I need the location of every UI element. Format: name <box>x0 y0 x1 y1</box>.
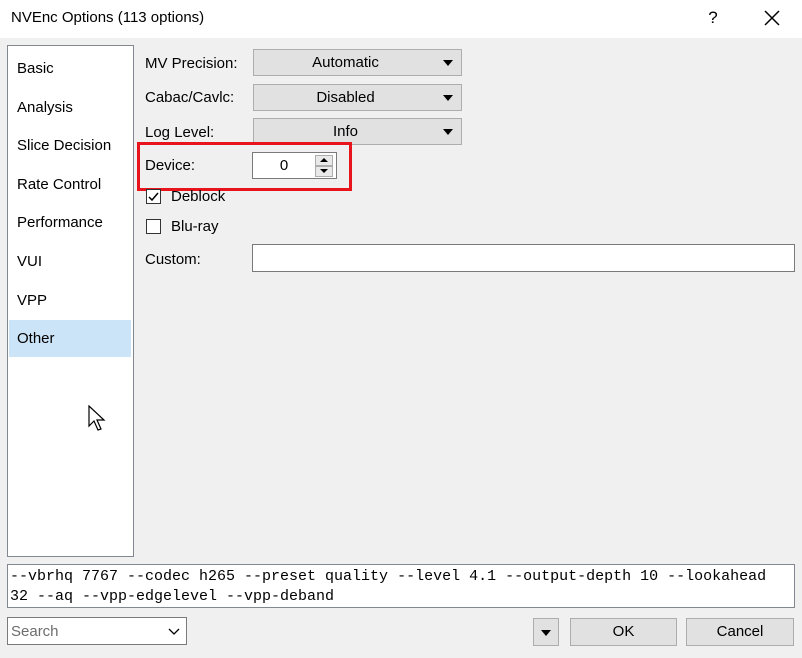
sidebar-item-other[interactable]: Other <box>9 320 131 357</box>
menu-dropdown-button[interactable] <box>533 618 559 646</box>
sidebar-item-rate-control[interactable]: Rate Control <box>9 166 131 203</box>
checkmark-icon <box>148 192 159 202</box>
log-level-dropdown[interactable]: Info <box>253 118 462 145</box>
mv-precision-dropdown[interactable]: Automatic <box>253 49 462 76</box>
command-line-textbox[interactable]: --vbrhq 7767 --codec h265 --preset quali… <box>7 564 795 608</box>
mv-precision-label: MV Precision: <box>145 55 238 72</box>
cabac-label: Cabac/Cavlc: <box>145 89 235 106</box>
command-line-text-1: --vbrhq 7767 --codec h265 --preset quali… <box>10 568 767 585</box>
sidebar-item-basic[interactable]: Basic <box>9 50 131 87</box>
sidebar-item-vui[interactable]: VUI <box>9 243 131 280</box>
bluray-label[interactable]: Blu-ray <box>171 218 219 235</box>
bluray-checkbox[interactable] <box>146 219 161 234</box>
close-button[interactable] <box>758 4 786 32</box>
ok-button[interactable]: OK <box>570 618 677 646</box>
cabac-value: Disabled <box>316 89 375 106</box>
dropdown-arrow-icon <box>443 95 453 101</box>
mv-precision-value: Automatic <box>312 54 379 71</box>
cabac-dropdown[interactable]: Disabled <box>253 84 462 111</box>
help-button[interactable]: ? <box>700 4 726 32</box>
search-input[interactable] <box>11 621 161 641</box>
deblock-checkbox[interactable] <box>146 189 161 204</box>
deblock-label[interactable]: Deblock <box>171 188 225 205</box>
cancel-button[interactable]: Cancel <box>686 618 794 646</box>
custom-input[interactable] <box>252 244 795 272</box>
search-combobox[interactable] <box>7 617 187 645</box>
dropdown-arrow-icon <box>443 129 453 135</box>
mouse-cursor-icon <box>88 405 106 431</box>
title-bar: NVEnc Options (113 options) ? <box>0 0 802 38</box>
custom-label: Custom: <box>145 251 201 268</box>
window-title: NVEnc Options (113 options) <box>11 9 205 26</box>
category-list[interactable]: Basic Analysis Slice Decision Rate Contr… <box>7 45 134 557</box>
close-icon <box>764 10 780 26</box>
dropdown-arrow-icon <box>443 60 453 66</box>
log-level-value: Info <box>332 123 359 140</box>
command-line-text-2: 32 --aq --vpp-edgelevel --vpp-deband <box>10 588 335 605</box>
sidebar-item-performance[interactable]: Performance <box>9 204 131 241</box>
log-level-label: Log Level: <box>145 124 215 141</box>
sidebar-item-slice-decision[interactable]: Slice Decision <box>9 127 131 164</box>
chevron-down-icon <box>168 628 180 635</box>
sidebar-item-vpp[interactable]: VPP <box>9 282 131 319</box>
highlight-box <box>137 142 352 191</box>
sidebar-item-analysis[interactable]: Analysis <box>9 89 131 126</box>
